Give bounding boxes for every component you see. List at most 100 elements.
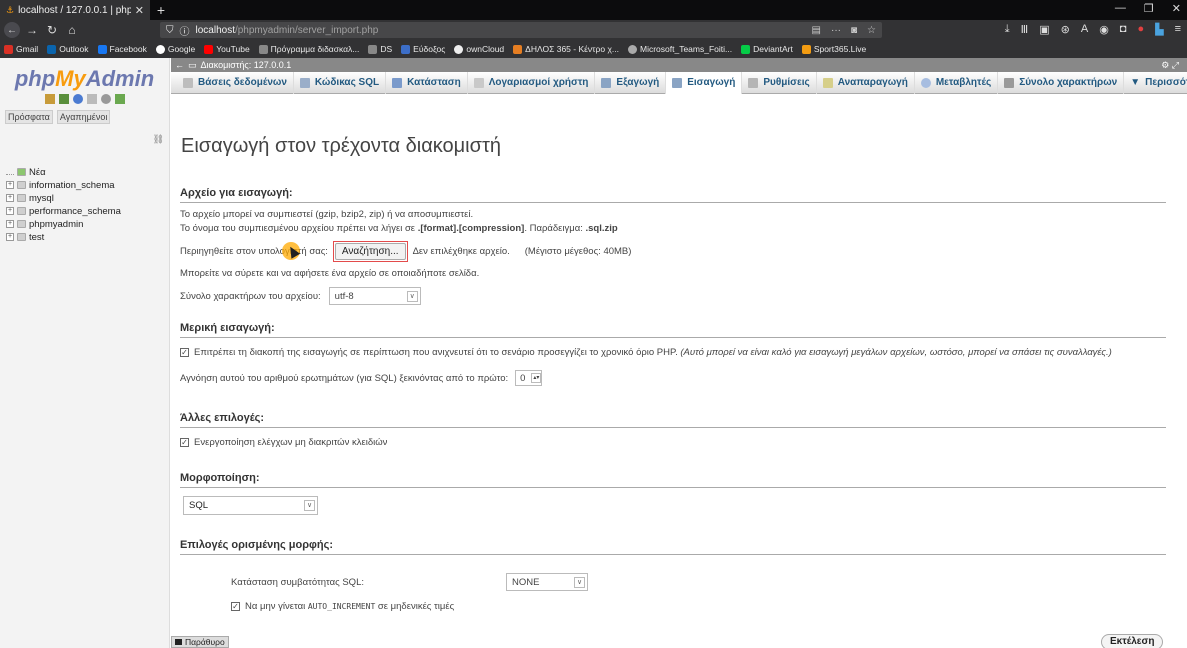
library-icon[interactable]: Ⅲ — [1021, 23, 1029, 36]
foreign-keys-checkbox[interactable]: ✓ — [180, 437, 189, 447]
new-tab-button[interactable]: + — [150, 2, 172, 18]
skip-queries-row: Αγνόηση αυτού του αριθμού ερωτημάτων (γι… — [180, 370, 1166, 386]
tree-item-performance-schema[interactable]: + performance_schema — [6, 205, 121, 217]
extension-icon[interactable]: ⊛ — [1061, 23, 1070, 36]
expand-icon[interactable]: + — [6, 233, 14, 241]
format-select-wrap: SQL ∨ — [183, 496, 1166, 515]
bookmark-ds[interactable]: DS — [368, 44, 392, 54]
forward-button[interactable]: → — [24, 23, 40, 37]
tab-settings[interactable]: Ρυθμίσεις — [742, 71, 817, 94]
sidebar-icon[interactable]: ▣ — [1039, 23, 1049, 36]
bookmark-owncloud[interactable]: ownCloud — [454, 44, 504, 54]
url-bar[interactable]: ⛉ ⓘ localhost/phpmyadmin/server_import.p… — [160, 22, 882, 38]
compat-row: Κατάσταση συμβατότητας SQL: NONE ∨ — [231, 573, 1166, 591]
expand-icon[interactable]: + — [6, 194, 14, 202]
tab-status[interactable]: Κατάσταση — [386, 71, 468, 94]
allow-interrupt-checkbox[interactable]: ✓ — [180, 347, 189, 357]
reader-icon[interactable]: ▤ — [812, 25, 821, 36]
database-icon — [183, 77, 193, 88]
close-window-icon[interactable]: ✕ — [1172, 2, 1181, 15]
extension-icon[interactable]: ◉ — [1099, 23, 1109, 36]
tab-more[interactable]: ▼Περισσότερα — [1124, 72, 1187, 94]
bookmark-google[interactable]: Google — [155, 44, 195, 54]
star-icon[interactable]: ☆ — [867, 25, 876, 36]
docs-icon[interactable] — [86, 94, 97, 104]
tree-item-test[interactable]: + test — [6, 231, 121, 243]
browser-tab[interactable]: ⚓ localhost / 127.0.0.1 | phpMyA ✕ — [0, 0, 150, 20]
tab-databases[interactable]: Βάσεις δεδομένων — [177, 71, 294, 94]
home-button[interactable]: ⌂ — [64, 23, 80, 37]
home-icon[interactable] — [44, 94, 55, 104]
more-icon[interactable]: ··· — [831, 25, 841, 36]
download-icon[interactable]: ⤓ — [1005, 23, 1010, 36]
auto-increment-row: ✓ Να μην γίνεται AUTO_INCREMENT σε μηδενι… — [231, 601, 1166, 612]
reload-nav-icon[interactable] — [114, 94, 125, 104]
auto-increment-checkbox[interactable]: ✓ — [231, 601, 240, 611]
pocket-icon[interactable]: ◙ — [851, 25, 857, 36]
users-icon — [473, 77, 484, 88]
link-icon[interactable]: ⛓ — [153, 134, 164, 145]
compression-info: Το αρχείο μπορεί να συμπιεστεί (gzip, bz… — [180, 209, 474, 220]
account-icon[interactable]: A — [1081, 23, 1088, 36]
bookmark-gmail[interactable]: Gmail — [4, 44, 38, 54]
bookmark-program[interactable]: Πρόγραμμα διδασκαλ... — [258, 44, 359, 54]
expand-icon[interactable]: + — [6, 220, 14, 228]
tab-user-accounts[interactable]: Λογαριασμοί χρήστη — [468, 71, 596, 94]
minimize-icon[interactable]: — — [1115, 2, 1126, 15]
bookmark-sport365[interactable]: Sport365.Live — [801, 44, 866, 54]
collapse-icon[interactable]: ← — [175, 60, 184, 70]
menu-icon[interactable]: ≡ — [1175, 23, 1181, 36]
favorites-button[interactable]: Αγαπημένοι — [56, 110, 111, 124]
spinner-icon[interactable]: ▴▾ — [531, 373, 542, 383]
tab-import[interactable]: Εισαγωγή — [666, 71, 743, 94]
tab-export[interactable]: Εξαγωγή — [595, 71, 667, 94]
chevron-down-icon: ∨ — [406, 290, 418, 302]
expand-icon[interactable]: + — [6, 207, 14, 215]
compat-select[interactable]: NONE ∨ — [506, 573, 588, 591]
format-select[interactable]: SQL ∨ — [183, 496, 318, 515]
bookmark-facebook[interactable]: Facebook — [97, 44, 147, 54]
adblock-icon[interactable]: ● — [1137, 23, 1144, 36]
skip-queries-input[interactable]: 0 ▴▾ — [515, 370, 543, 386]
extension-icon[interactable]: ◘ — [1120, 23, 1127, 36]
tree-item-information-schema[interactable]: + information_schema — [6, 179, 121, 191]
extension-icon[interactable]: ▙ — [1155, 23, 1163, 36]
tree-item-mysql[interactable]: + mysql — [6, 192, 121, 204]
recent-button[interactable]: Πρόσφατα — [5, 110, 53, 124]
exit-icon[interactable] — [58, 94, 69, 104]
charset-select[interactable]: utf-8 ∨ — [328, 287, 421, 305]
settings-gear-icon[interactable]: ⚙ ⤢ — [1161, 60, 1179, 71]
restore-icon[interactable]: ❐ — [1144, 2, 1154, 15]
bookmark-dilos[interactable]: ΔΗΛΟΣ 365 - Κέντρο χ... — [513, 44, 619, 54]
expand-icon[interactable]: + — [6, 181, 14, 189]
import-icon — [672, 77, 683, 88]
back-button[interactable]: ← — [4, 22, 20, 38]
tab-replication[interactable]: Αναπαραγωγή — [817, 71, 915, 94]
server-label[interactable]: Διακομιστής: 127.0.0.1 — [201, 60, 292, 70]
tab-charsets[interactable]: Σύνολο χαρακτήρων — [998, 71, 1125, 94]
tab-sql[interactable]: Κώδικας SQL — [294, 71, 387, 94]
tree-item-new[interactable]: Νέα — [6, 166, 121, 178]
console-label: Παράθυρο — [185, 637, 225, 647]
bookmark-deviantart[interactable]: DeviantArt — [741, 44, 793, 54]
phpmyadmin-logo[interactable]: phpMyAdmin — [0, 66, 169, 91]
bookmark-eudoxus[interactable]: Εύδοξος — [401, 44, 445, 54]
bookmark-outlook[interactable]: Outlook — [47, 44, 89, 54]
tab-variables[interactable]: Μεταβλητές — [915, 71, 999, 94]
replication-icon — [822, 77, 833, 88]
reload-button[interactable]: ↻ — [44, 23, 60, 37]
database-icon — [17, 233, 26, 241]
section-heading: Μερική εισαγωγή: — [180, 322, 1166, 338]
bookmark-youtube[interactable]: YouTube — [204, 44, 250, 54]
bookmark-teams[interactable]: Microsoft_Teams_Foiti... — [628, 44, 732, 54]
close-tab-icon[interactable]: ✕ — [135, 4, 144, 17]
help-icon[interactable] — [72, 94, 83, 104]
tree-item-phpmyadmin[interactable]: + phpmyadmin — [6, 218, 121, 230]
variables-icon — [920, 77, 931, 88]
server-breadcrumb: ← ▭ Διακομιστής: 127.0.0.1 ⚙ ⤢ — [171, 58, 1187, 72]
charset-row: Σύνολο χαρακτήρων του αρχείου: utf-8 ∨ — [180, 287, 1166, 305]
settings-icon[interactable] — [100, 94, 111, 104]
browse-button[interactable]: Αναζήτηση... — [334, 243, 406, 260]
go-button[interactable]: Εκτέλεση — [1101, 634, 1164, 648]
console-toggle[interactable]: Παράθυρο — [171, 636, 229, 648]
